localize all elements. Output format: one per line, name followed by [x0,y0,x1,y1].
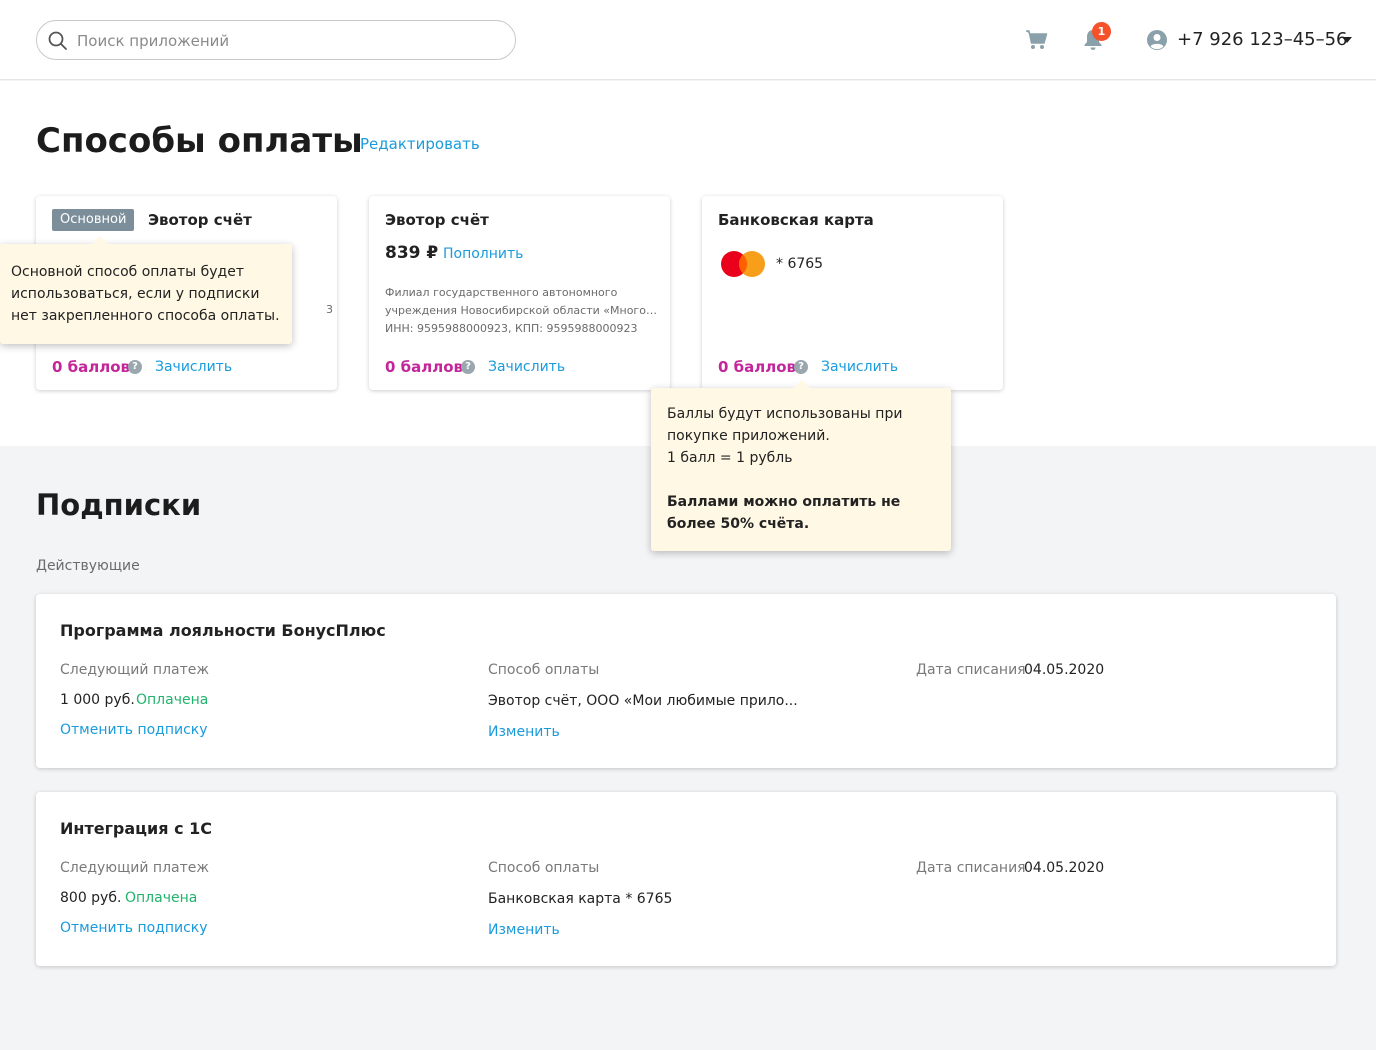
card-title: Эвотор счёт [148,211,252,229]
subscription-card: Интеграция с 1С Следующий платеж 800 руб… [36,792,1336,966]
card-number: * 6765 [776,256,824,272]
chevron-down-icon[interactable] [1342,37,1352,43]
org-line: учреждения Новосибирской области «Многоф… [385,304,657,317]
charge-date-value: 04.05.2020 [1024,860,1105,876]
payment-card-bank: Банковская карта * 6765 0 баллов ? Зачис… [702,196,1003,390]
mastercard-icon [721,251,765,277]
cart-icon[interactable] [1025,29,1049,51]
credit-points-link[interactable]: Зачислить [821,359,898,375]
topup-link[interactable]: Пополнить [443,246,523,262]
help-icon[interactable]: ? [128,360,142,374]
tooltip-text: 1 балл = 1 рубль [667,450,793,466]
payment-method-label: Способ оплаты [488,860,600,876]
edit-payment-methods-link[interactable]: Редактировать [360,135,480,153]
top-header: 1 +7 926 123–45–56 [0,0,1376,80]
next-payment-label: Следующий платеж [60,860,209,876]
search-box[interactable] [36,20,516,60]
main-badge: Основной [52,209,135,231]
payment-method-label: Способ оплаты [488,662,600,678]
balance-amount: 839 ₽ [385,243,439,263]
org-line: Филиал государственного автономного [385,286,618,299]
user-avatar-icon[interactable] [1146,29,1168,51]
payment-method-value: Банковская карта * 6765 [488,891,673,907]
help-icon[interactable]: ? [794,360,808,374]
help-icon[interactable]: ? [461,360,475,374]
card-title: Банковская карта [718,211,874,229]
points-value: 0 баллов [718,358,797,376]
change-payment-method-link[interactable]: Изменить [488,724,560,740]
points-value: 0 баллов [385,358,464,376]
subscriptions-title: Подписки [36,488,202,522]
points-tooltip: Баллы будут использованы при покупке при… [651,380,951,551]
user-phone[interactable]: +7 926 123–45–56 [1177,29,1348,50]
org-details: Филиал государственного автономного учре… [385,284,657,338]
points-value: 0 баллов [52,358,131,376]
subscription-name: Программа лояльности БонусПлюс [60,621,386,640]
charge-date-value: 04.05.2020 [1024,662,1105,678]
payment-amount: 800 руб. [60,890,122,906]
credit-points-link[interactable]: Зачислить [488,359,565,375]
notification-count-badge: 1 [1092,22,1111,41]
cancel-subscription-link[interactable]: Отменить подписку [60,920,208,936]
payment-amount: 1 000 руб. [60,692,135,708]
subscription-name: Интеграция с 1С [60,819,213,838]
charge-date-label: Дата списания [916,662,1026,678]
payment-card-evotor: Эвотор счёт 839 ₽ Пополнить Филиал госуд… [369,196,670,390]
org-fragment: 3 [326,303,333,316]
active-subscriptions-label: Действующие [36,558,140,574]
subscription-card: Программа лояльности БонусПлюс Следующий… [36,594,1336,768]
card-title: Эвотор счёт [385,211,489,229]
main-method-tooltip: Основной способ оплаты будет использоват… [0,236,292,344]
change-payment-method-link[interactable]: Изменить [488,922,560,938]
cancel-subscription-link[interactable]: Отменить подписку [60,722,208,738]
charge-date-label: Дата списания [916,860,1026,876]
tooltip-text: Баллы будут использованы при покупке при… [667,406,903,444]
page-title: Способы оплаты [36,121,363,161]
payment-status: Оплачена [125,890,198,906]
search-icon [48,31,67,50]
next-payment-label: Следующий платеж [60,662,209,678]
tooltip-bold-text: Баллами можно оплатить не более 50% счёт… [667,494,901,532]
credit-points-link[interactable]: Зачислить [155,359,232,375]
payment-method-value: Эвотор счёт, ООО «Мои любимые прило... [488,693,798,709]
org-line: ИНН: 9595988000923, КПП: 9595988000923 [385,322,638,335]
payment-status: Оплачена [136,692,209,708]
search-input[interactable] [77,30,497,52]
